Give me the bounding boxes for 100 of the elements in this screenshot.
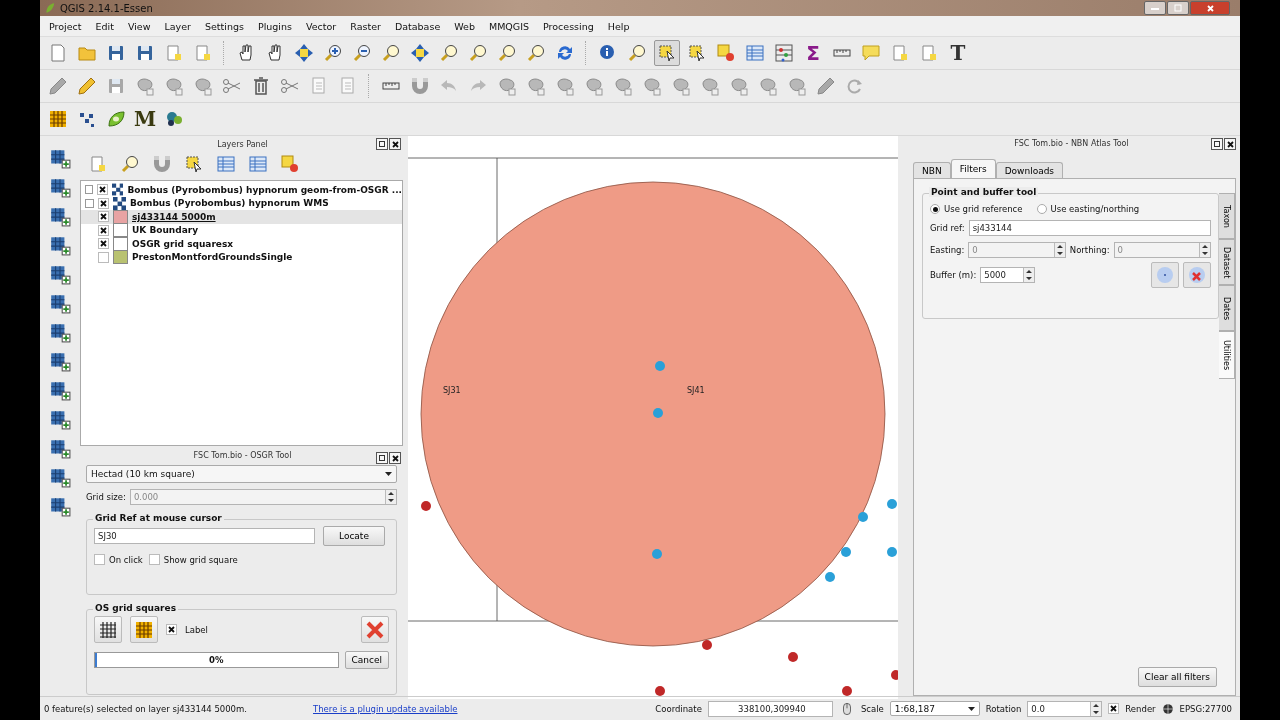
map-canvas[interactable]: SJ31 SJ41 [408,136,898,699]
add-layer-icon [49,495,71,517]
composer-icon [890,43,910,63]
menu-item[interactable]: Edit [88,18,121,34]
cancel-button[interactable]: Cancel [344,651,389,669]
checkbox[interactable] [94,554,105,565]
checkbox[interactable] [98,211,109,223]
restore-button[interactable] [1167,1,1189,15]
statistics-button[interactable]: Σ [801,41,825,65]
grid-button[interactable] [94,616,122,643]
tab[interactable]: NBN [913,162,951,179]
circle-icon [1155,265,1175,286]
magnifier-icon [381,43,401,63]
side-tab[interactable]: Taxon [1219,193,1235,240]
shape-icon [671,76,691,96]
add-layer-icon [49,437,71,459]
clear-button[interactable] [361,616,389,643]
move-arrows-icon [294,43,314,63]
side-tab[interactable]: Utilities [1219,331,1235,380]
layer-row[interactable]: OSGR grid squaresx [81,237,402,251]
radio-button[interactable] [1036,204,1047,215]
close-button[interactable] [389,452,401,464]
clear-buffer-button[interactable] [1183,262,1211,289]
checkbox[interactable] [98,251,109,263]
radio-button[interactable] [930,204,940,215]
add-layer-icon [49,205,71,227]
menu-item[interactable]: Processing [536,18,601,34]
point-marker [891,670,898,680]
buffer-field[interactable]: 5000 [980,267,1036,284]
filled-grid-button[interactable] [130,616,158,643]
rotation-field[interactable]: 0.0 [1027,700,1103,717]
spin-arrows-icon[interactable] [1023,268,1035,283]
plugin-logo-button[interactable]: M [133,107,157,131]
menu-item[interactable]: MMQGIS [481,18,537,34]
magnet-icon [152,154,172,174]
scale-dropdown[interactable]: 1:68,187 [889,701,980,716]
precision-dropdown[interactable]: Hectad (10 km square) [86,465,397,483]
spin-arrows-icon[interactable] [385,490,396,504]
layer-row[interactable]: Bombus (Pyrobombus) hypnorum geom-from-OSGR ... [81,183,402,197]
select-icon [687,43,707,63]
layer-row[interactable]: UK Boundary [81,223,402,237]
composer-icon [88,154,108,174]
add-layer-icon [49,176,71,198]
spin-arrows-icon[interactable] [1090,701,1102,716]
magnifier-icon [120,154,140,174]
select-icon [657,43,677,63]
side-tab[interactable]: Dataset [1219,239,1235,286]
checkbox[interactable] [98,224,109,236]
layer-row[interactable]: sj433144 5000m [81,210,402,224]
side-tab[interactable]: Dates [1219,285,1235,332]
menu-item[interactable]: Plugins [250,18,299,34]
spin-arrows-icon[interactable] [1199,243,1210,258]
menu-item[interactable]: Help [600,18,637,34]
composer-icon [193,43,213,63]
plugin-update-link[interactable]: There is a plugin update available [313,703,458,714]
text-annotation-button[interactable]: T [946,41,970,65]
menu-item[interactable]: Vector [298,18,344,34]
checkbox[interactable] [1108,703,1120,714]
spin-arrows-icon[interactable] [1053,243,1065,258]
float-button[interactable] [376,452,388,464]
shape-icon [584,76,604,96]
checkbox[interactable] [148,554,160,565]
menu-item[interactable]: Project [42,18,89,34]
checkbox[interactable] [166,624,177,635]
caret-icon [385,472,392,476]
minimize-button[interactable] [1144,1,1166,15]
menu-item[interactable]: View [120,18,158,34]
tab[interactable]: Downloads [995,162,1064,179]
magnet-icon [410,76,430,96]
add-layer-icon [49,147,71,169]
locate-button[interactable]: Locate [323,526,385,546]
layer-row[interactable]: PrestonMontfordGroundsSingle [81,250,402,264]
radio-label: Use easting/northing [1050,204,1140,215]
field-label: Easting: [930,245,965,256]
float-button[interactable] [376,138,388,150]
checkbox[interactable] [98,197,109,209]
menu-item[interactable]: Web [447,18,482,34]
shape-icon [193,76,213,96]
grid-ref-field[interactable]: SJ30 [94,528,315,544]
menu-item[interactable]: Settings [197,18,251,34]
magnifier-icon [439,43,459,63]
composer-icon [919,43,939,63]
checkbox-label: On click [109,554,143,565]
menu-item[interactable]: Raster [343,18,388,34]
layer-row[interactable]: Bombus (Pyrobombus) hypnorum WMS [81,196,402,210]
layer-name: Bombus (Pyrobombus) hypnorum geom-from-OSGR ... [127,184,402,195]
grid-ref-field[interactable]: sj433144 [968,220,1211,237]
close-button[interactable] [389,138,401,150]
clear-filters-button[interactable]: Clear all filters [1137,667,1217,687]
minimize-icon [1151,6,1159,10]
tab[interactable]: Filters [950,159,996,179]
coordinate-field[interactable]: 338100,309940 [707,700,833,717]
checkbox[interactable] [98,238,109,250]
shape-icon [642,76,662,96]
menu-item[interactable]: Database [387,18,448,34]
radio-label: Use grid reference [944,204,1023,215]
close-button[interactable] [1224,138,1236,150]
checkbox[interactable] [97,184,108,196]
menu-item[interactable]: Layer [157,18,198,34]
float-button[interactable] [1211,138,1223,150]
